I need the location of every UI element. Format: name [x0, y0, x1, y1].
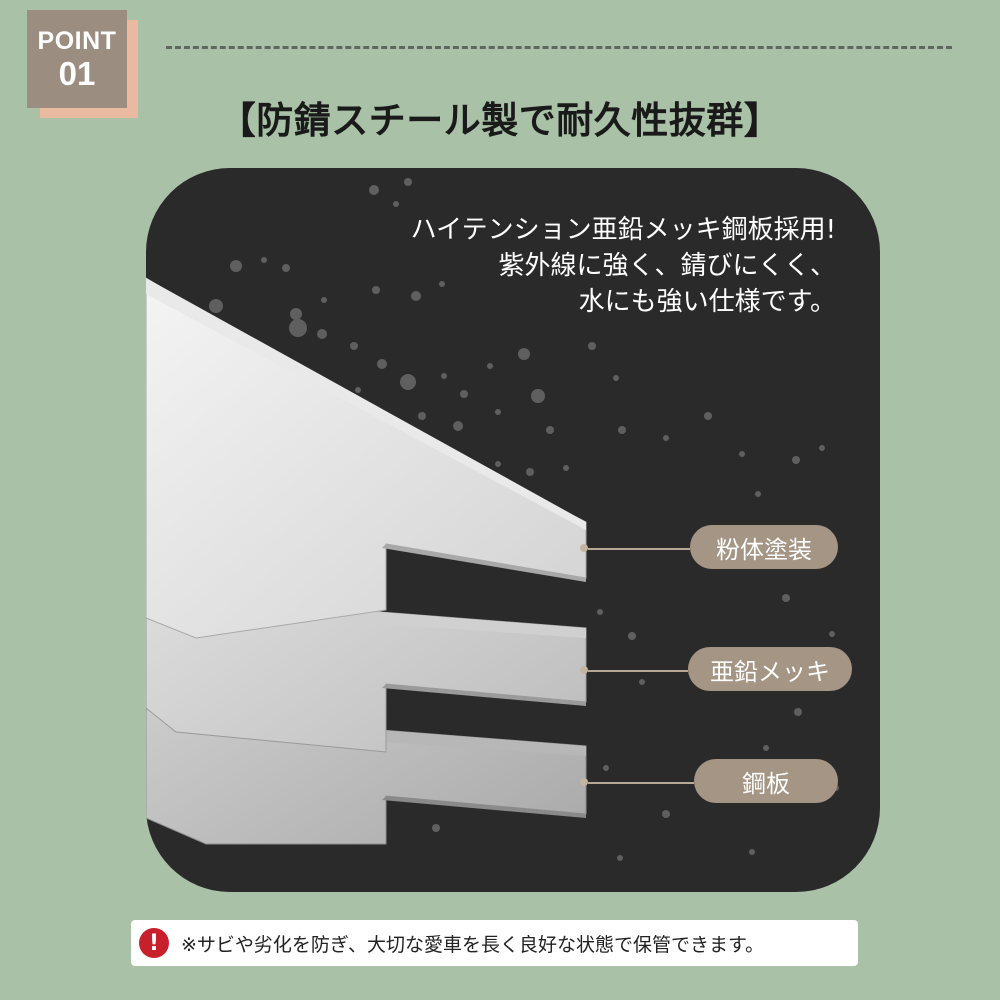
point-badge-number: 01: [58, 55, 96, 92]
layer-label-steel-plate: 鋼板: [694, 759, 838, 803]
point-badge-word: POINT: [37, 27, 117, 55]
notice-bar: ! ※サビや劣化を防ぎ、大切な愛車を長く良好な状態で保管できます。: [131, 920, 858, 966]
callout-leader: [588, 782, 694, 784]
description-line: 水にも強い仕様です。: [578, 287, 836, 317]
layer-label-zinc-plating: 亜鉛メッキ: [688, 647, 852, 691]
page-title: 【防錆スチール製で耐久性抜群】: [218, 99, 782, 142]
layer-label-powder-coating: 粉体塗装: [690, 525, 838, 569]
feature-description: ハイテンション亜鉛メッキ鋼板採用! 紫外線に強く、錆びにくく、 水にも強い仕様で…: [411, 212, 836, 320]
product-image-panel: ハイテンション亜鉛メッキ鋼板採用! 紫外線に強く、錆びにくく、 水にも強い仕様で…: [146, 168, 880, 892]
exclamation-icon: !: [139, 928, 169, 958]
callout-dot: [580, 778, 588, 786]
callout-dot: [580, 666, 588, 674]
callout-dot: [580, 544, 588, 552]
dashed-divider: [166, 46, 952, 49]
description-line: ハイテンション亜鉛メッキ鋼板採用!: [410, 215, 836, 245]
notice-text: ※サビや劣化を防ぎ、大切な愛車を長く良好な状態で保管できます。: [181, 933, 765, 956]
steel-layer-top: [146, 277, 587, 639]
description-line: 紫外線に強く、錆びにくく、: [498, 251, 836, 281]
callout-leader: [588, 670, 688, 672]
callout-leader: [588, 548, 690, 550]
